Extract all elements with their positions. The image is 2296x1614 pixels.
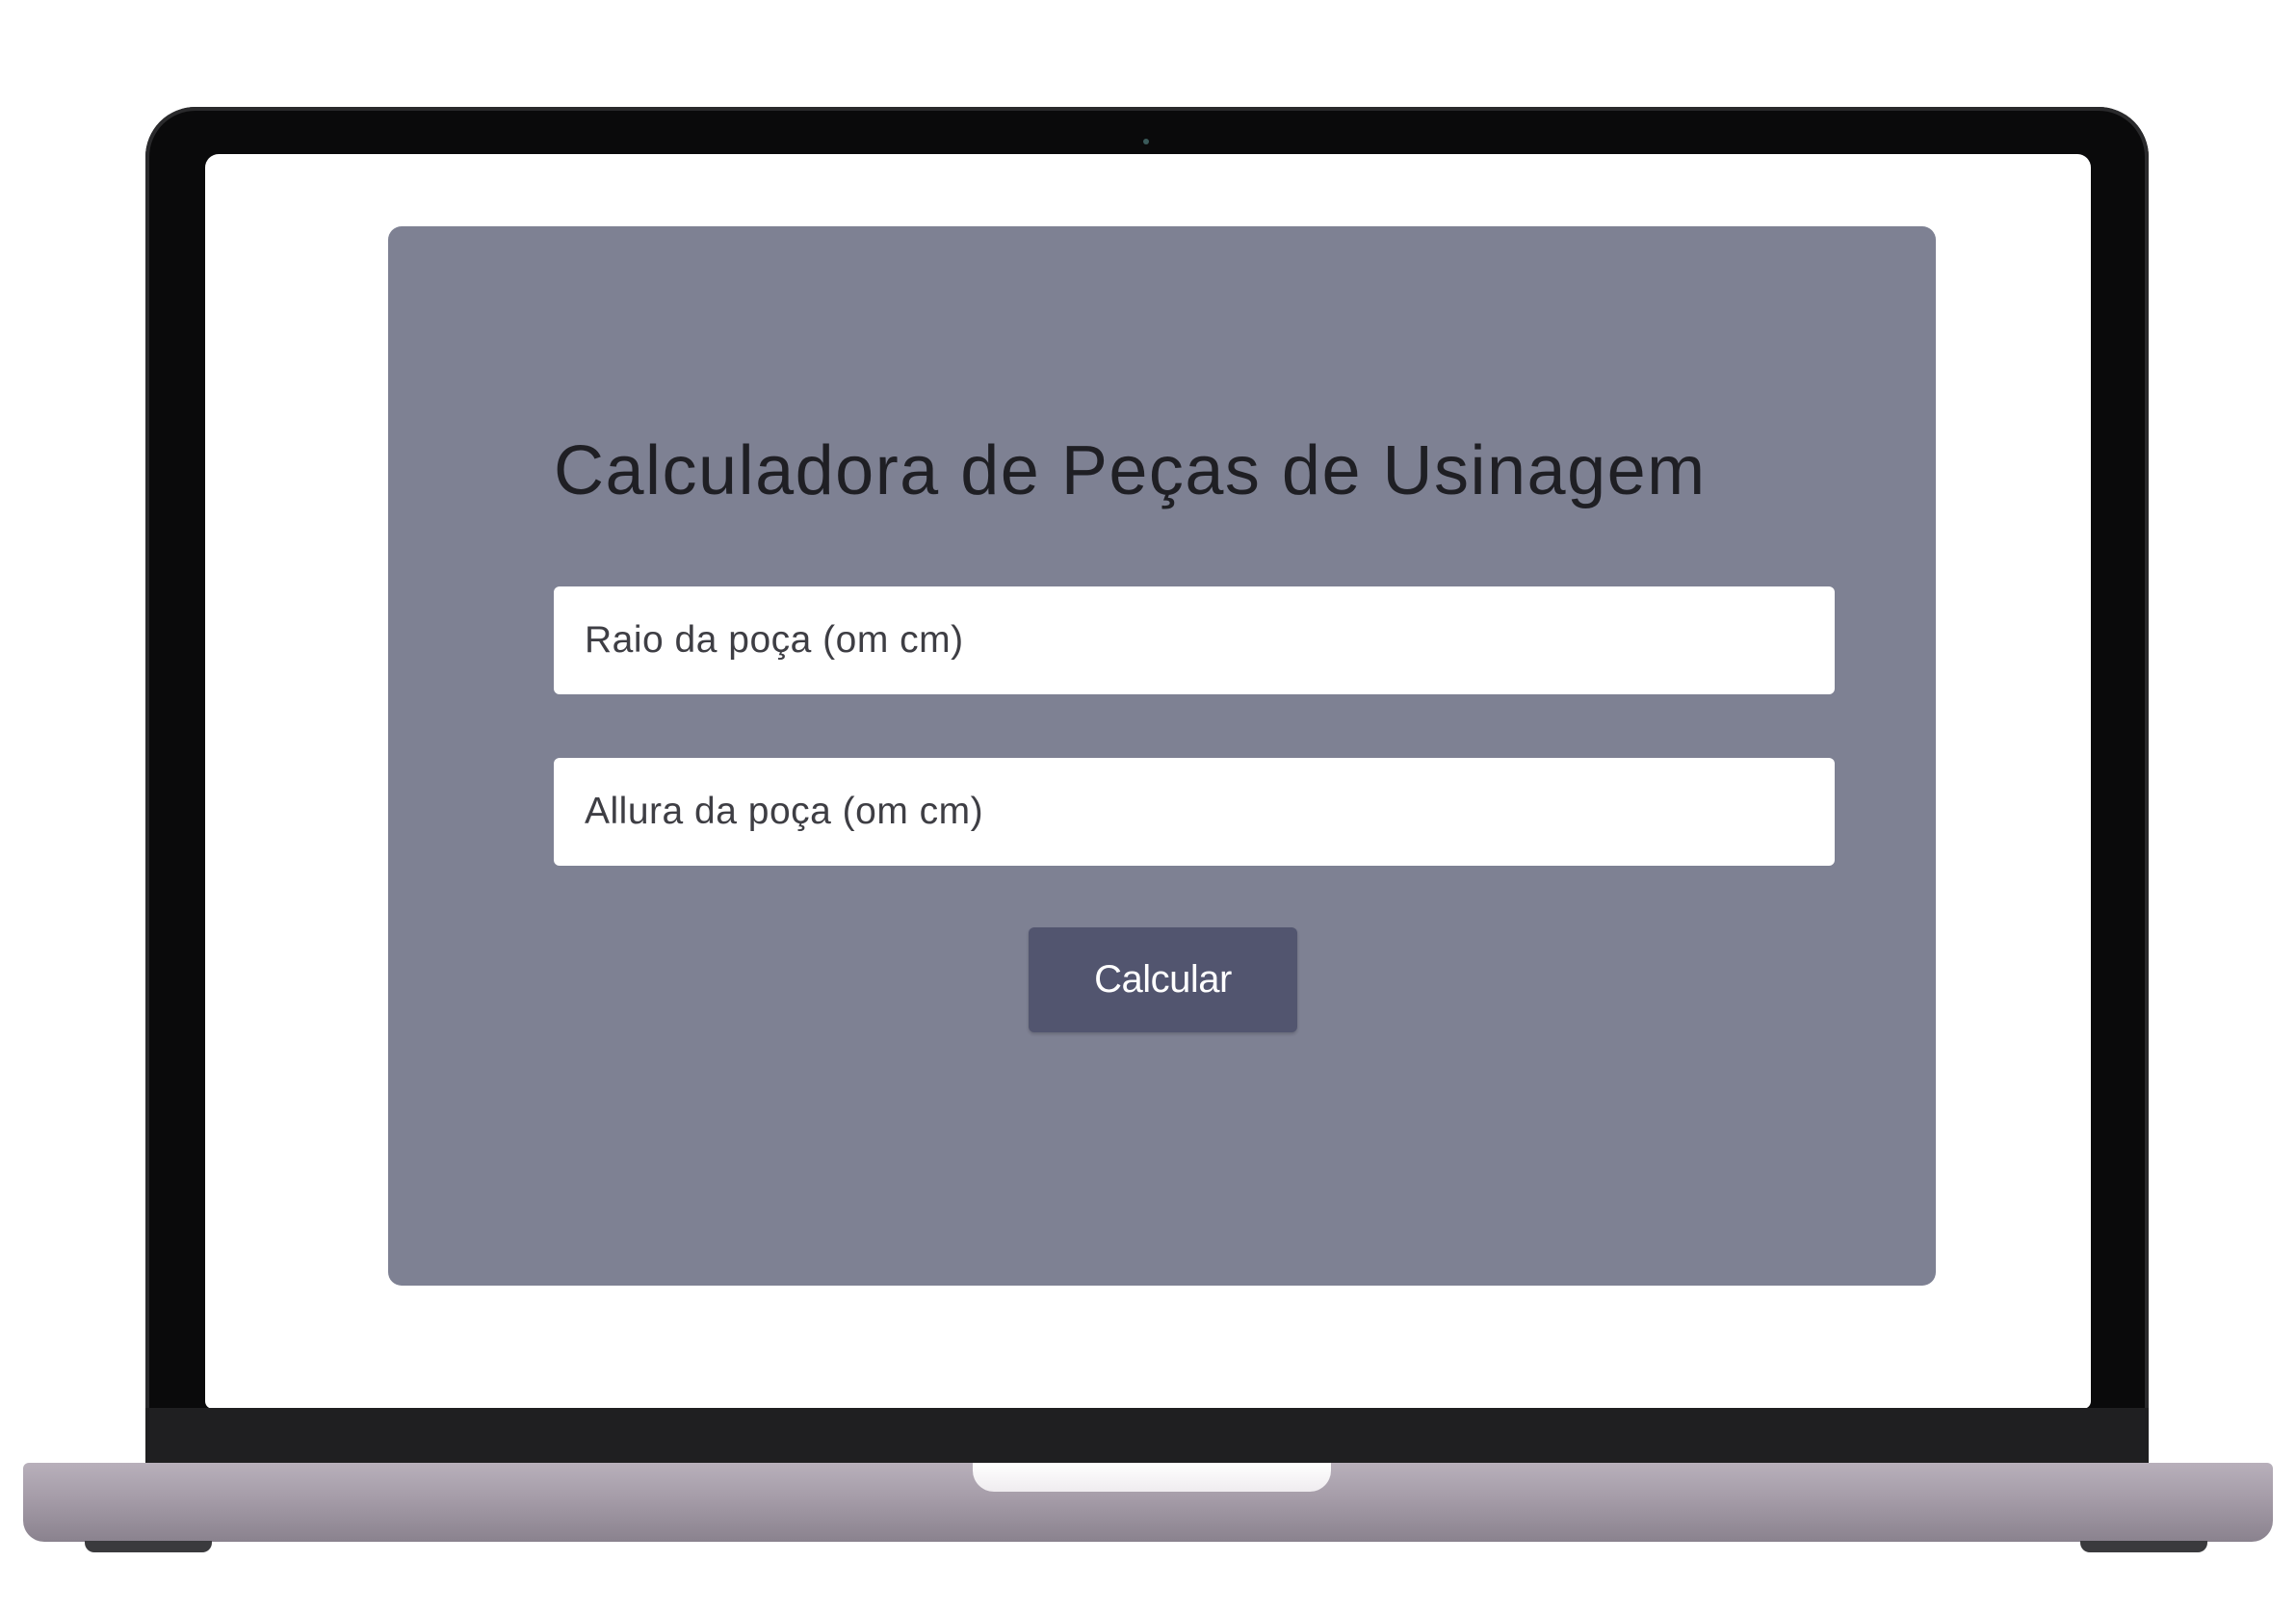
laptop-screen: Calculadora de Peças de Usinagem Calcula… (205, 154, 2091, 1409)
laptop-foot-left (85, 1541, 212, 1552)
calculate-button[interactable]: Calcular (1029, 927, 1297, 1032)
laptop-device: Calculadora de Peças de Usinagem Calcula… (0, 0, 2296, 1614)
page-title: Calculadora de Peças de Usinagem (554, 432, 1707, 509)
calculator-card: Calculadora de Peças de Usinagem Calcula… (388, 226, 1936, 1286)
webcam-icon (1143, 139, 1149, 144)
laptop-foot-right (2080, 1541, 2207, 1552)
laptop-hinge (145, 1408, 2149, 1463)
laptop-opening-notch (973, 1463, 1331, 1492)
height-input[interactable] (554, 758, 1835, 866)
radius-input[interactable] (554, 586, 1835, 694)
